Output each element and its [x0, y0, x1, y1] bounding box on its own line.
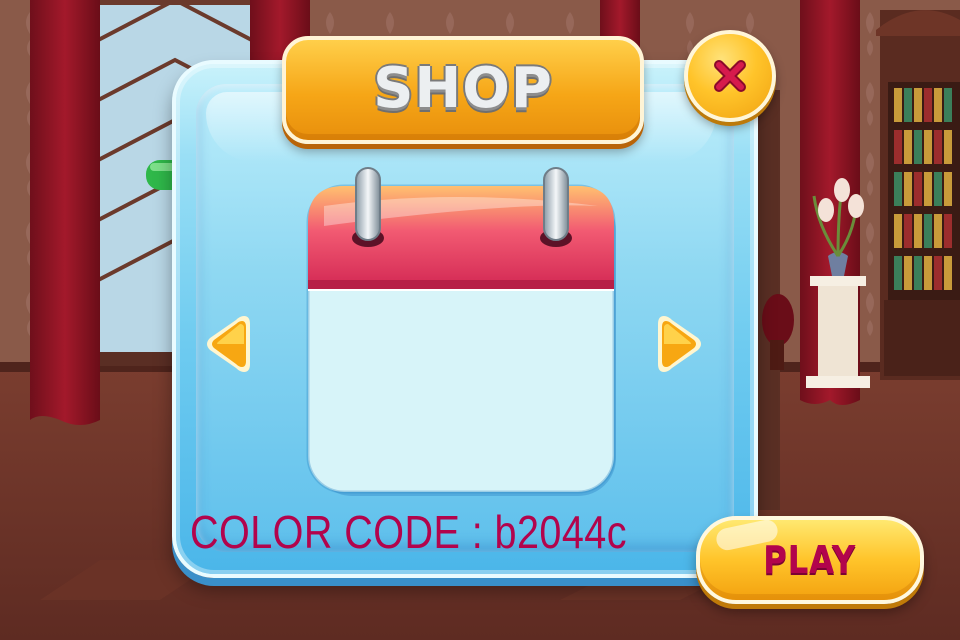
- right-arrow-icon[interactable]: [656, 312, 704, 376]
- color-code-label: COLOR CODE : b2044c: [190, 506, 627, 558]
- calendar-icon: [306, 167, 616, 496]
- play-button-label: PLAY: [763, 538, 857, 582]
- left-arrow-icon[interactable]: [204, 312, 252, 376]
- shop-title: SHOP: [373, 55, 553, 121]
- close-icon: [714, 60, 746, 92]
- close-button[interactable]: [684, 30, 776, 122]
